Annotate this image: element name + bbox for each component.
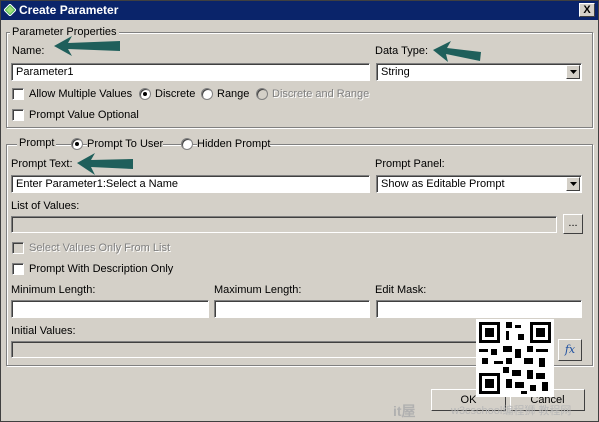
list-of-values-input	[11, 216, 557, 233]
prompt-optional-label: Prompt Value Optional	[29, 109, 139, 121]
qr-code-image	[476, 319, 554, 397]
annotation-arrow-prompt-text	[77, 153, 133, 175]
max-length-label: Maximum Length:	[214, 284, 302, 296]
edit-mask-label: Edit Mask:	[375, 284, 427, 296]
fx-icon: fx	[564, 343, 576, 356]
initial-values-input	[11, 341, 553, 358]
discrete-label: Discrete	[155, 88, 196, 100]
watermark-site: it屋	[393, 403, 416, 419]
initial-values-label: Initial Values:	[11, 325, 76, 337]
data-type-select[interactable]: String	[376, 63, 582, 81]
create-parameter-dialog: Create Parameter X Parameter Properties …	[0, 0, 599, 422]
discrete-and-range-label: Discrete and Range	[272, 88, 370, 100]
select-from-list-checkbox[interactable]	[12, 242, 24, 254]
select-from-list-label: Select Values Only From List	[29, 242, 171, 254]
data-type-label: Data Type:	[375, 45, 428, 57]
chevron-down-icon[interactable]	[566, 177, 580, 191]
chevron-down-icon[interactable]	[566, 65, 580, 79]
discrete-radio[interactable]	[139, 88, 151, 100]
range-label: Range	[217, 88, 250, 100]
prompt-panel-label: Prompt Panel:	[375, 158, 445, 170]
allow-multiple-label: Allow Multiple Values	[29, 88, 133, 100]
min-length-input[interactable]	[11, 300, 209, 318]
name-input[interactable]: Parameter1	[11, 63, 370, 81]
app-diamond-icon	[4, 4, 16, 16]
close-button[interactable]: X	[579, 3, 595, 17]
prompt-panel-value: Show as Editable Prompt	[381, 178, 505, 190]
range-radio[interactable]	[201, 88, 213, 100]
edit-mask-input[interactable]	[376, 300, 582, 318]
prompt-panel-select[interactable]: Show as Editable Prompt	[376, 175, 582, 193]
discrete-and-range-radio[interactable]	[256, 88, 268, 100]
prompt-to-user-radio[interactable]	[71, 138, 83, 150]
title-bar[interactable]: Create Parameter X	[1, 1, 598, 20]
browse-button[interactable]: ...	[563, 214, 583, 234]
annotation-arrow-name	[54, 36, 120, 56]
with-description-checkbox[interactable]	[12, 263, 24, 275]
formula-fx-button[interactable]: fx	[558, 339, 582, 361]
prompt-text-label: Prompt Text:	[11, 158, 73, 170]
prompt-legend: Prompt	[17, 137, 57, 149]
prompt-text-input[interactable]: Enter Parameter1:Select a Name	[11, 175, 370, 193]
prompt-to-user-label: Prompt To User	[87, 138, 164, 150]
annotation-arrow-data-type	[433, 41, 481, 62]
prompt-optional-checkbox[interactable]	[12, 109, 24, 121]
hidden-prompt-radio[interactable]	[181, 138, 193, 150]
max-length-input[interactable]	[214, 300, 370, 318]
min-length-label: Minimum Length:	[11, 284, 96, 296]
dialog-title: Create Parameter	[19, 3, 119, 17]
hidden-prompt-label: Hidden Prompt	[197, 138, 271, 150]
with-description-label: Prompt With Description Only	[29, 263, 174, 275]
watermark-text: w3cschool编程狮 教程网	[451, 405, 572, 417]
name-label: Name:	[12, 45, 45, 57]
data-type-value: String	[381, 66, 410, 78]
list-of-values-label: List of Values:	[11, 200, 80, 212]
allow-multiple-checkbox[interactable]	[12, 88, 24, 100]
